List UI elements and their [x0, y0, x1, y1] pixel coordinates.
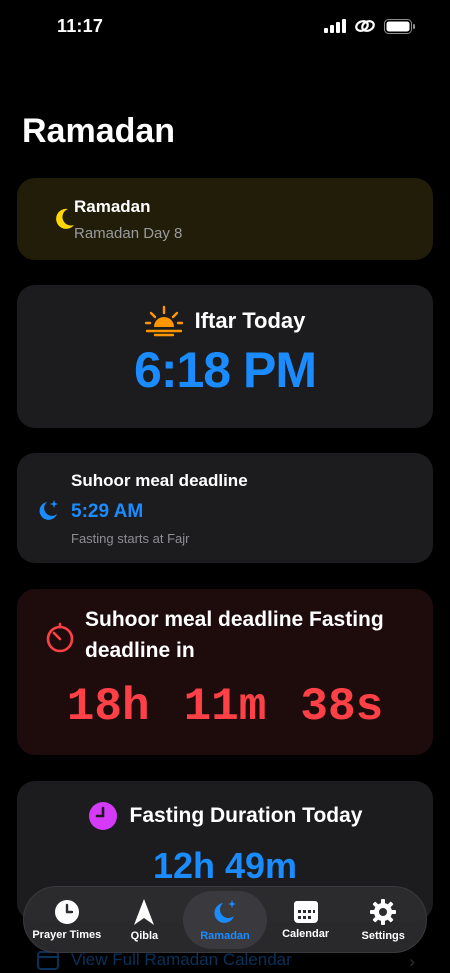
- countdown-title: Suhoor meal deadline Fasting deadline in: [85, 608, 384, 662]
- tab-calendar[interactable]: Calendar: [267, 891, 345, 949]
- status-time: 11:17: [57, 16, 104, 36]
- ramadan-day-card: Ramadan Ramadan Day 8: [17, 178, 433, 260]
- clock-icon: [54, 899, 79, 924]
- moon-stars-icon: [39, 500, 58, 520]
- tab-label: Qibla: [130, 929, 159, 942]
- suhoor-card: Suhoor meal deadline 5:29 AM Fasting sta…: [17, 453, 433, 563]
- tab-settings[interactable]: Settings: [344, 891, 422, 949]
- countdown-values: 18h 11m 38s: [17, 681, 433, 733]
- suhoor-time: 5:29 AM: [71, 501, 144, 522]
- ramadan-card-subtitle: Ramadan Day 8: [74, 225, 183, 242]
- countdown-minutes: 11m: [183, 681, 267, 733]
- iftar-title: Iftar Today: [194, 308, 306, 333]
- chevron-right-icon: ›: [409, 952, 415, 971]
- sunset-icon: [144, 305, 183, 337]
- calendar-icon: [293, 900, 318, 923]
- page-title: Ramadan: [22, 112, 176, 150]
- calendar-icon: [37, 951, 59, 970]
- tab-qibla[interactable]: Qibla: [106, 891, 184, 949]
- ramadan-card-title: Ramadan: [74, 197, 151, 216]
- countdown-seconds: 38s: [300, 681, 384, 733]
- duration-value: 12h 49m: [152, 845, 298, 886]
- timer-icon: [46, 622, 74, 653]
- moon-stars-icon: [214, 899, 236, 923]
- suhoor-note: Fasting starts at Fajr: [71, 531, 190, 546]
- tab-ramadan[interactable]: Ramadan: [183, 890, 267, 949]
- tab-prayer-times[interactable]: Prayer Times: [28, 891, 106, 949]
- countdown-card: Suhoor meal deadline Fasting deadline in…: [17, 589, 433, 755]
- countdown-hours: 18h: [66, 681, 150, 733]
- status-icons: [324, 18, 416, 34]
- clock-icon: [88, 802, 117, 830]
- status-bar: 11:17: [0, 0, 450, 54]
- tab-label: Calendar: [282, 927, 330, 940]
- view-calendar-label: View Full Ramadan Calendar: [71, 950, 292, 969]
- duration-title: Fasting Duration Today: [129, 804, 363, 827]
- link-icon: [355, 20, 375, 32]
- battery-icon: [384, 18, 415, 34]
- tab-label: Prayer Times: [32, 928, 102, 941]
- suhoor-title: Suhoor meal deadline: [71, 471, 248, 490]
- gear-icon: [370, 898, 397, 925]
- tab-label: Ramadan: [200, 929, 250, 942]
- tab-bar: Prayer Times Qibla Ramadan Calendar Sett…: [23, 886, 427, 953]
- iftar-card: Iftar Today 6:18 PM: [17, 285, 433, 428]
- tab-label: Settings: [361, 929, 405, 942]
- compass-arrow-icon: [134, 898, 155, 925]
- iftar-time: 6:18 PM: [134, 342, 317, 398]
- signal-icon: [324, 19, 346, 33]
